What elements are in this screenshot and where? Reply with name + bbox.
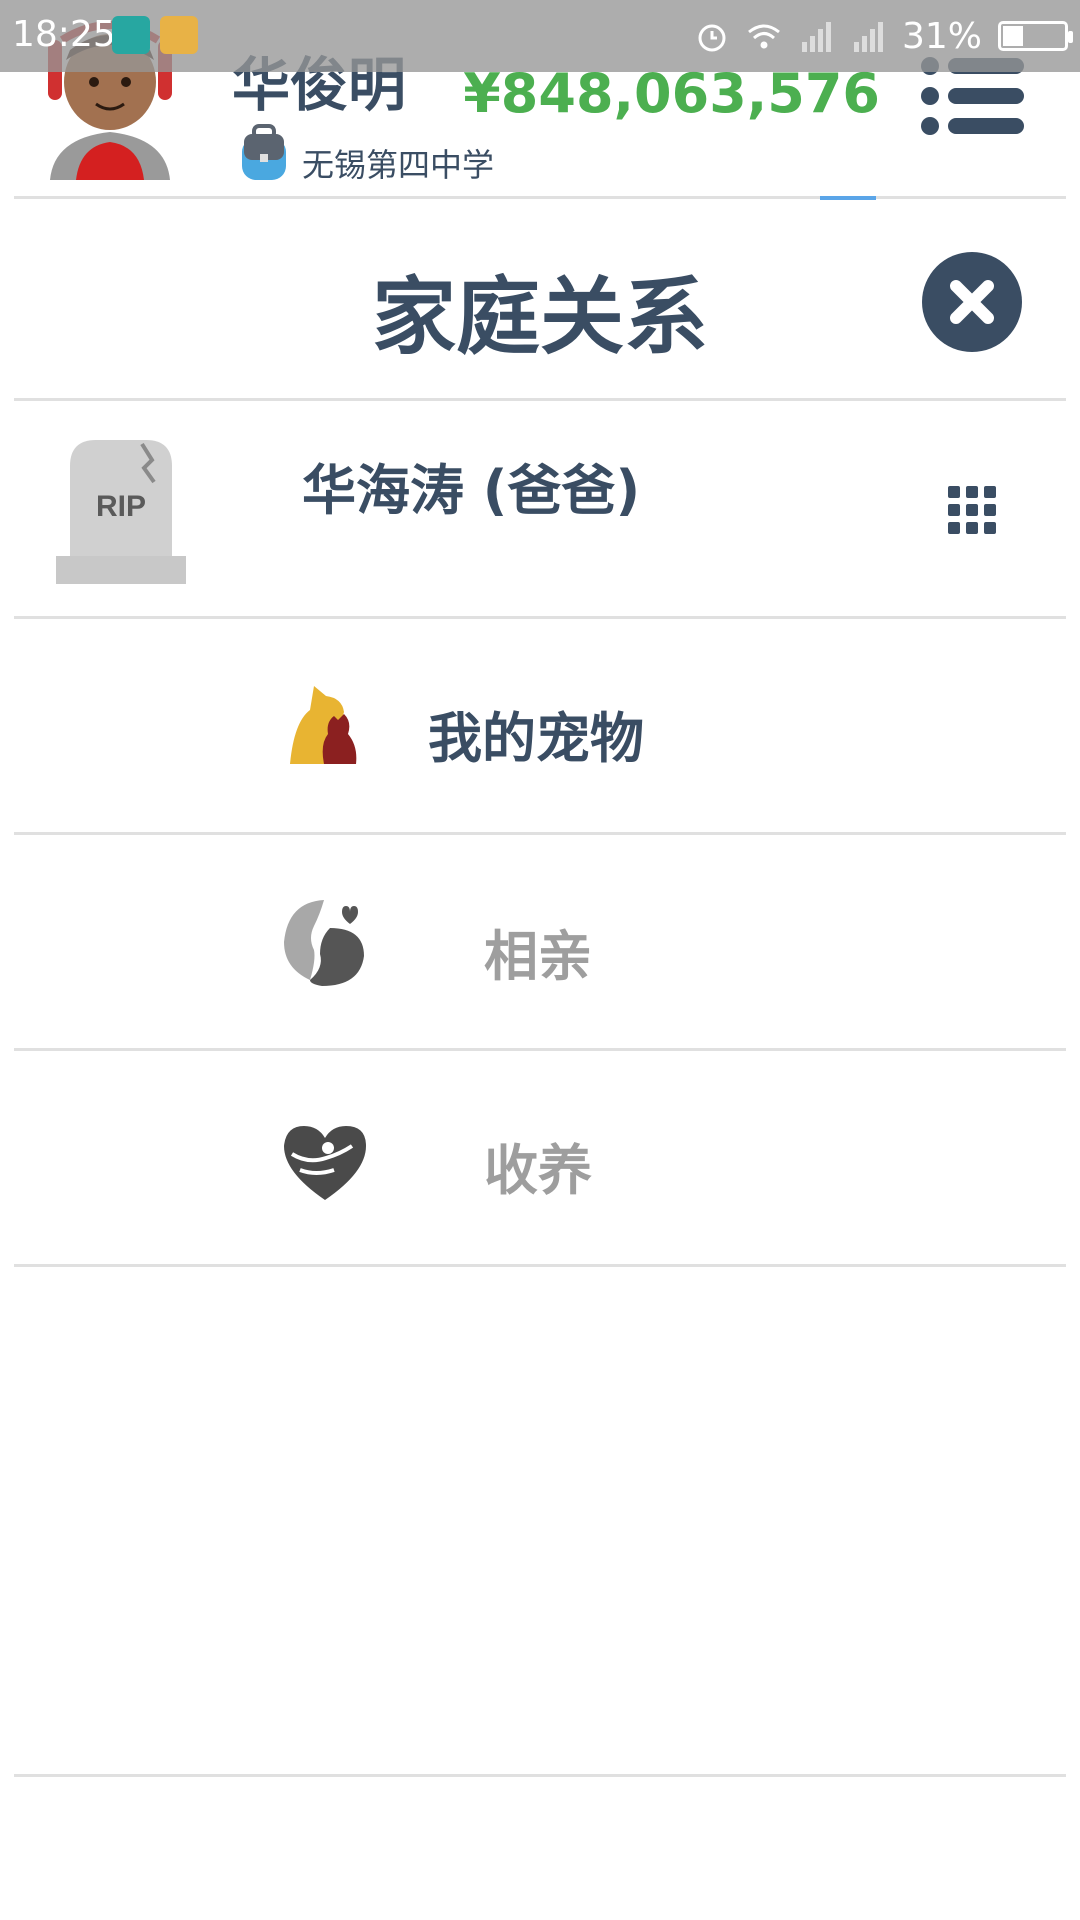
- signal-icon: [801, 22, 831, 52]
- battery-icon: [998, 21, 1073, 51]
- menu-label-blind-date: 相亲: [484, 925, 592, 988]
- status-time: 18:25: [12, 14, 116, 55]
- title-divider: [14, 398, 1066, 401]
- row-divider: [14, 1048, 1066, 1051]
- adopt-heart-icon: [284, 1126, 366, 1200]
- alarm-icon: [698, 24, 726, 52]
- close-icon: [950, 280, 994, 324]
- app-notification-icon: [112, 16, 150, 54]
- status-bar: 18:25 31%: [0, 0, 1080, 72]
- blind-date-icon: [284, 900, 364, 986]
- signal-icon: [853, 22, 883, 52]
- battery-percent: 31%: [901, 15, 982, 57]
- row-divider: [14, 1264, 1066, 1267]
- footer-divider: [14, 1774, 1066, 1777]
- row-divider: [14, 616, 1066, 619]
- header-divider: [14, 196, 1066, 199]
- dialog-title: 家庭关系: [371, 268, 708, 366]
- app-notification-icon: [160, 16, 198, 54]
- relation-name: 华海涛 (爸爸): [302, 459, 641, 522]
- menu-label-pets: 我的宠物: [428, 707, 644, 770]
- row-divider: [14, 832, 1066, 835]
- school-bag-icon: [242, 124, 286, 180]
- close-button[interactable]: [922, 252, 1022, 352]
- rip-tombstone-icon: RIP: [56, 440, 186, 584]
- menu-label-adopt: 收养: [484, 1139, 592, 1202]
- wifi-icon: [748, 24, 780, 49]
- scroll-indicator: [820, 196, 876, 200]
- svg-text:RIP: RIP: [96, 490, 146, 523]
- grid-dots-icon[interactable]: [948, 486, 996, 534]
- pet-icon: [290, 686, 357, 764]
- school-name: 无锡第四中学: [302, 146, 495, 184]
